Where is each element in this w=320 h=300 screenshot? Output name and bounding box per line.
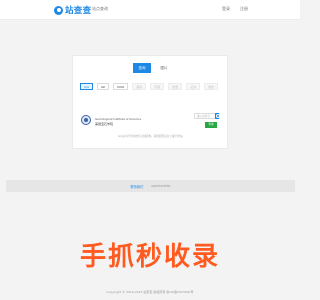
chip-other[interactable]: 其他 [132, 83, 147, 90]
tab-query[interactable]: 查询 [133, 63, 151, 73]
chip-ica[interactable]: ICA [80, 83, 94, 90]
footer-links-band: 联系我们 sponsorship [6, 180, 295, 192]
chip-igi[interactable]: IGI [97, 83, 110, 90]
institution-name: Gemological Institute of America [95, 117, 141, 121]
chip-certificate[interactable]: 证书 [186, 83, 201, 90]
chip-isso[interactable]: ISSO [113, 83, 129, 90]
tagline-link[interactable]: 站点查询 [92, 6, 108, 12]
chip-batch[interactable]: 批量 [168, 83, 183, 90]
footer-link-contact[interactable]: 联系我们 [131, 184, 144, 189]
logo-icon [54, 5, 63, 15]
watermark-banner: 手抓秒收录 [79, 242, 220, 272]
register-link[interactable]: 注册 [240, 6, 248, 12]
institution-seal-icon [81, 115, 91, 125]
query-description: GIA证书号查询支持正规机构，请按照原证书上编号查询。 [118, 135, 185, 138]
tab-image[interactable]: 图片 [155, 63, 173, 73]
institution-name-cn: 美国宝石学院 [95, 122, 114, 126]
search-placeholder: 输入证书号 [197, 115, 210, 118]
login-link[interactable]: 登录 [222, 6, 230, 12]
brand-logo[interactable]: 站查查 [54, 4, 91, 16]
top-navigation-bar: 站查查 站点查询 登录 注册 [0, 0, 300, 20]
search-icon[interactable] [215, 113, 220, 119]
footer-link-sponsorship[interactable]: sponsorship [151, 184, 170, 188]
footer-links: 联系我们 sponsorship [6, 180, 295, 192]
submit-query-button[interactable]: 查询 [205, 122, 217, 128]
institution-chips: ICA IGI ISSO 其他 高级 批量 证书 报告 [80, 83, 222, 90]
brand-name: 站查查 [65, 6, 92, 16]
chip-advanced[interactable]: 高级 [150, 83, 165, 90]
certificate-query-card: 查询 图片 ICA IGI ISSO 其他 高级 批量 证书 报告 Gemolo… [72, 55, 228, 149]
copyright-text: Copyright © 2016-2023 站查查 版权所有 鲁ICP备2023… [106, 290, 194, 294]
chip-report[interactable]: 报告 [204, 83, 219, 90]
query-tabs: 查询 图片 [133, 63, 177, 73]
